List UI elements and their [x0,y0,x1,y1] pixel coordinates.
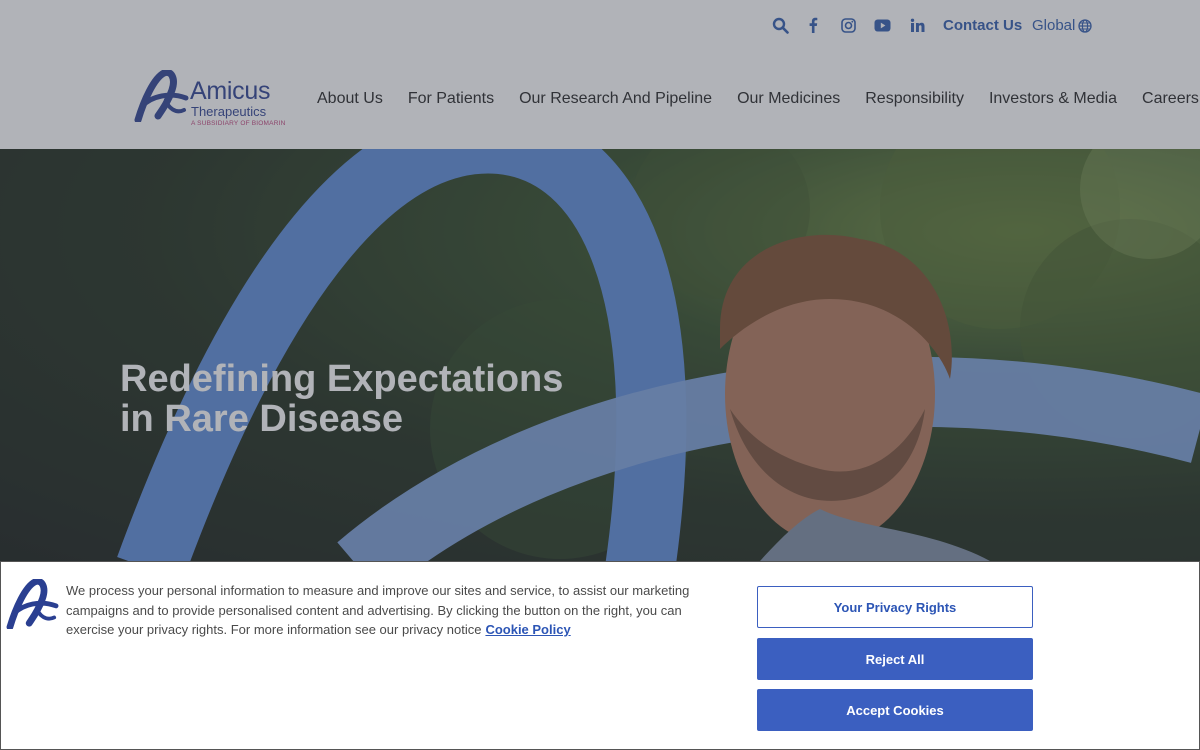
nav-our-medicines[interactable]: Our Medicines [737,90,840,108]
globe-icon [1078,18,1093,33]
amicus-logo[interactable]: Amicus Therapeutics A SUBSIDIARY OF BIOM… [134,70,294,130]
nav-careers[interactable]: Careers [1142,90,1199,108]
site-header: Contact Us Global Amicus Therapeutics A … [0,0,1200,149]
nav-investors-media[interactable]: Investors & Media [989,90,1117,108]
logo-tagline: A SUBSIDIARY OF BIOMARIN [191,120,286,127]
hero-headline: Redefining Expectations in Rare Disease [120,359,563,439]
main-nav: About Us For Patients Our Research And P… [317,90,1199,108]
utility-bar: Contact Us Global [0,0,1200,50]
cookie-consent-banner: We process your personal information to … [0,561,1200,750]
logo-name: Amicus [190,77,271,105]
nav-for-patients[interactable]: For Patients [408,90,494,108]
reject-all-button[interactable]: Reject All [757,638,1033,680]
nav-responsibility[interactable]: Responsibility [865,90,964,108]
linkedin-icon[interactable] [907,15,927,35]
youtube-icon[interactable] [872,15,892,35]
contact-us-link[interactable]: Contact Us [943,17,1022,34]
cookie-notice-text: We process your personal information to … [66,581,706,640]
facebook-icon[interactable] [803,15,823,35]
cookie-body-text: We process your personal information to … [66,583,690,637]
cookie-logo-icon [6,579,59,629]
accept-cookies-button[interactable]: Accept Cookies [757,689,1033,731]
instagram-icon[interactable] [838,15,858,35]
cookie-policy-link[interactable]: Cookie Policy [485,622,570,637]
search-icon[interactable] [770,15,790,35]
hero-banner: Redefining Expectations in Rare Disease [0,149,1200,561]
logo-subtitle: Therapeutics [191,104,267,119]
hero-image [117,149,1200,561]
hero-headline-line1: Redefining Expectations [120,358,564,400]
nav-research-pipeline[interactable]: Our Research And Pipeline [519,90,712,108]
nav-about-us[interactable]: About Us [317,90,383,108]
privacy-rights-button[interactable]: Your Privacy Rights [757,586,1033,628]
hero-headline-line2: in Rare Disease [120,398,404,440]
global-selector[interactable]: Global [1032,17,1093,34]
logo-mark-icon [134,70,189,122]
global-label: Global [1032,17,1076,34]
